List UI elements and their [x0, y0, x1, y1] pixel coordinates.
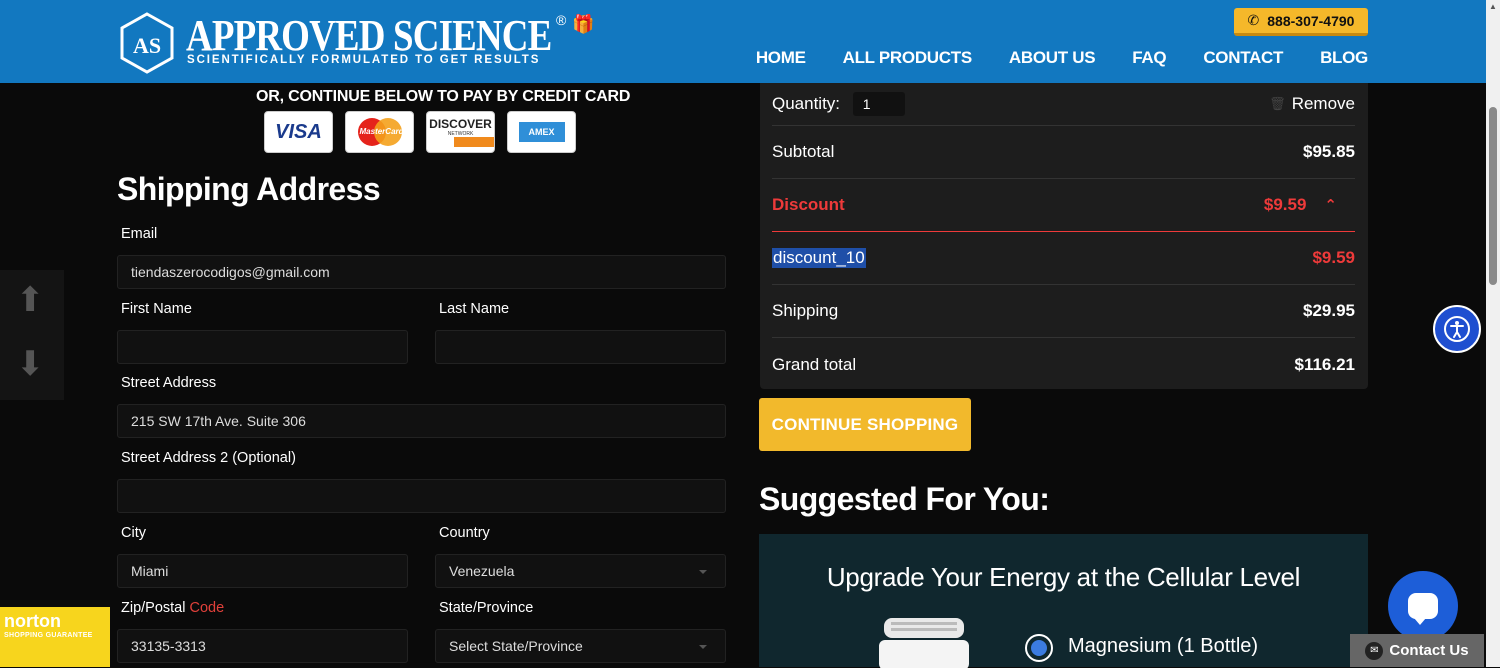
card-logos: VISA MasterCard DISCOVER NETWORK AMEX	[264, 111, 576, 153]
subtotal-label: Subtotal	[772, 142, 835, 161]
country-label: Country	[439, 525, 490, 541]
email-field[interactable]: tiendaszerocodigos@gmail.com	[117, 255, 726, 289]
discount-value: $9.59	[1263, 195, 1307, 214]
email-label: Email	[121, 226, 158, 242]
quantity-label: Quantity:	[772, 94, 841, 113]
site-header: AS APPROVED SCIENCE ® 🎁 SCIENTIFICALLY F…	[0, 0, 1486, 83]
remove-button[interactable]: 🗑 Remove	[1269, 94, 1355, 114]
norton-badge[interactable]: norton SHOPPING GUARANTEE	[0, 607, 110, 667]
phone-number: 888-307-4790	[1267, 12, 1355, 29]
phone-icon: ✆	[1247, 12, 1260, 28]
subtotal-value: $95.85	[1303, 142, 1355, 161]
last-name-label: Last Name	[439, 301, 510, 317]
chevron-down-icon	[699, 570, 707, 574]
chat-icon[interactable]	[1388, 571, 1458, 641]
shipping-value: $29.95	[1303, 301, 1355, 320]
amex-card-logo: AMEX	[507, 111, 576, 153]
zip-label: Zip/Postal Code	[121, 600, 225, 616]
pay-by-card-note: OR, CONTINUE BELOW TO PAY BY CREDIT CARD	[256, 88, 631, 105]
grand-total-label: Grand total	[772, 354, 857, 374]
discount-label: Discount	[772, 195, 845, 214]
city-label: City	[121, 525, 146, 541]
order-summary: Quantity: 1 🗑 Remove Subtotal $95.85 Dis…	[760, 83, 1368, 389]
scroll-up-arrow-icon[interactable]: ▲	[1489, 2, 1497, 11]
nav-all-products[interactable]: ALL PRODUCTS	[843, 48, 973, 68]
chevron-up-icon[interactable]: ⌃	[1324, 196, 1337, 214]
last-name-field[interactable]	[435, 330, 726, 364]
brand-tagline: SCIENTIFICALLY FORMULATED TO GET RESULTS	[187, 54, 541, 66]
nav-faq[interactable]: FAQ	[1132, 48, 1166, 68]
street-address-2-label: Street Address 2 (Optional)	[121, 450, 296, 466]
state-select-value: Select State/Province	[449, 638, 583, 654]
state-label: State/Province	[439, 600, 534, 616]
discount-code-row: discount_10 $9.59	[772, 232, 1355, 285]
registered-mark: ®	[556, 12, 567, 28]
mail-icon: ✉	[1365, 641, 1384, 660]
svg-text:AS: AS	[133, 33, 161, 58]
quantity-input[interactable]: 1	[852, 92, 905, 116]
visa-card-logo: VISA	[264, 111, 333, 153]
quantity-row: Quantity: 1 🗑 Remove	[772, 83, 1355, 126]
country-select-value: Venezuela	[449, 563, 515, 579]
state-select[interactable]: Select State/Province	[435, 629, 726, 663]
country-select[interactable]: Venezuela	[435, 554, 726, 588]
scroll-to-top-icon[interactable]: ⬆	[16, 280, 45, 320]
shipping-row: Shipping $29.95	[772, 285, 1355, 338]
street-address-field[interactable]: 215 SW 17th Ave. Suite 306	[117, 404, 726, 438]
suggested-title: Suggested For You:	[759, 481, 1050, 517]
discover-card-logo: DISCOVER NETWORK	[426, 111, 495, 153]
page-scrollbar[interactable]: ▲	[1486, 0, 1500, 667]
scroll-to-bottom-icon[interactable]: ⬇	[16, 344, 45, 384]
discount-code-value: $9.59	[1312, 248, 1355, 267]
subtotal-row: Subtotal $95.85	[772, 126, 1355, 179]
brand-logo-icon[interactable]: AS	[119, 12, 175, 74]
nav-about-us[interactable]: ABOUT US	[1009, 48, 1096, 68]
continue-shopping-button[interactable]: CONTINUE SHOPPING	[759, 398, 971, 451]
main-nav: HOME ALL PRODUCTS ABOUT US FAQ CONTACT B…	[719, 48, 1368, 68]
gift-icon[interactable]: 🎁	[572, 14, 594, 35]
first-name-field[interactable]	[117, 330, 408, 364]
brand-name[interactable]: APPROVED SCIENCE	[186, 12, 552, 60]
magnesium-radio[interactable]	[1025, 634, 1053, 662]
discount-code: discount_10	[772, 248, 866, 268]
grand-total-value: $116.21	[1294, 354, 1355, 374]
shipping-address-title: Shipping Address	[117, 171, 381, 207]
magnesium-option-label[interactable]: Magnesium (1 Bottle)	[1068, 635, 1258, 658]
nav-contact[interactable]: CONTACT	[1203, 48, 1283, 68]
city-field[interactable]: Miami	[117, 554, 408, 588]
street-address-label: Street Address	[121, 375, 217, 391]
nav-blog[interactable]: BLOG	[1320, 48, 1368, 68]
scrollbar-thumb[interactable]	[1489, 107, 1497, 285]
nav-home[interactable]: HOME	[756, 48, 806, 68]
contact-us-tab[interactable]: ✉ Contact Us	[1350, 634, 1484, 667]
first-name-label: First Name	[121, 301, 192, 317]
trash-icon: 🗑	[1269, 96, 1286, 111]
suggested-product-card: Upgrade Your Energy at the Cellular Leve…	[759, 534, 1368, 668]
grand-total-row: Grand total $116.21	[772, 338, 1355, 391]
phone-button[interactable]: ✆ 888-307-4790	[1234, 8, 1368, 36]
accessibility-icon[interactable]	[1433, 305, 1481, 353]
product-bottle-image	[879, 618, 969, 668]
chevron-down-icon	[699, 645, 707, 649]
mastercard-logo: MasterCard	[345, 111, 414, 153]
scroll-tools: ⬆ ⬇	[0, 270, 64, 400]
zip-field[interactable]: 33135-3313	[117, 629, 408, 663]
street-address-2-field[interactable]	[117, 479, 726, 513]
promo-title: Upgrade Your Energy at the Cellular Leve…	[826, 562, 1301, 592]
discount-row[interactable]: Discount $9.59 ⌃	[772, 179, 1355, 232]
shipping-label: Shipping	[772, 301, 839, 320]
